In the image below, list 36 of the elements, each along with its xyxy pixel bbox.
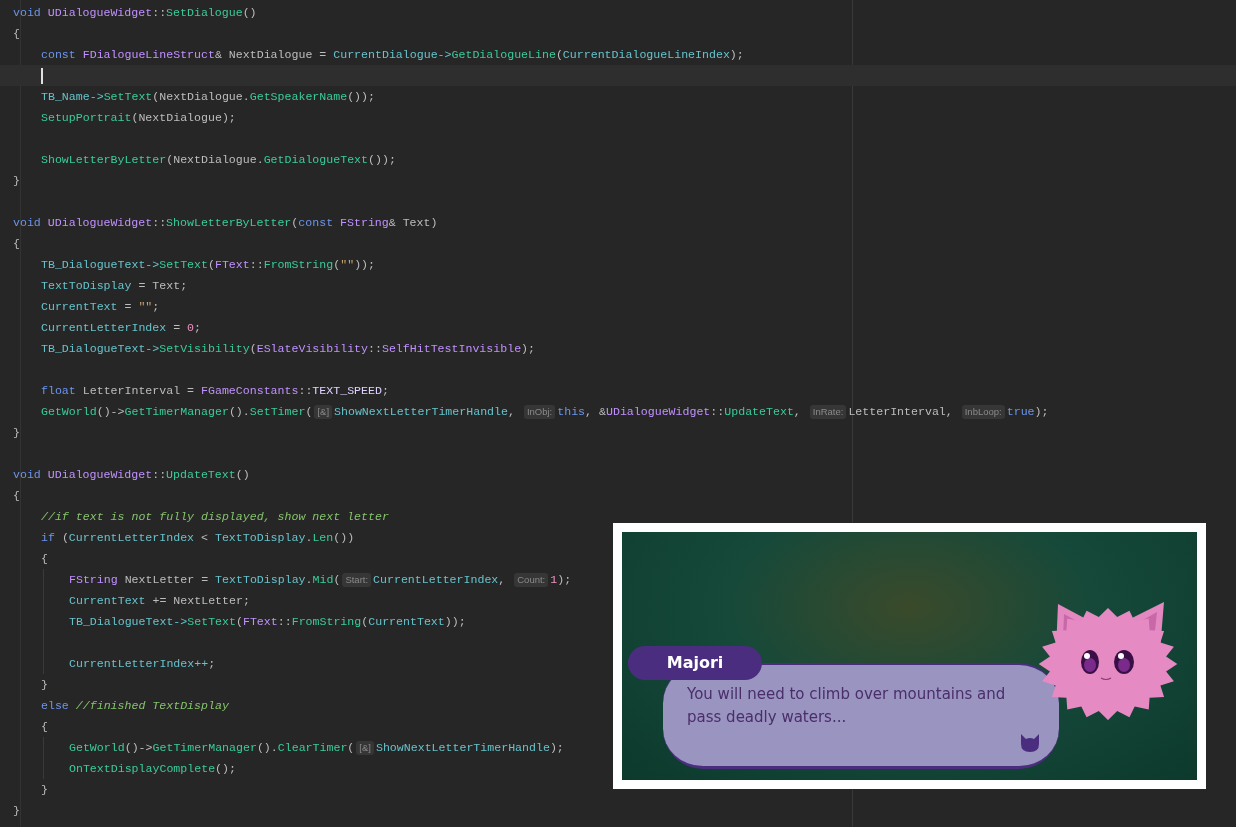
- code-line: OnTextDisplayComplete();: [69, 761, 236, 777]
- code-line: float LetterInterval = FGameConstants::TEXT_SPEED;: [41, 383, 389, 399]
- code-line: {: [41, 551, 48, 567]
- code-line: SetupPortrait(NextDialogue);: [41, 110, 236, 126]
- code-line: }: [13, 173, 20, 189]
- code-line: void UDialogueWidget::UpdateText(): [13, 467, 250, 483]
- code-line: {: [41, 719, 48, 735]
- code-line: const FDialogueLineStruct& NextDialogue = CurrentDialogue->GetDialogueLine(CurrentDialogueLineIndex);: [41, 47, 744, 63]
- code-line: GetWorld()->GetTimerManager().SetTimer( [&] ShowNextLetterTimerHandle, InObj: this, &UDialogueWidget::UpdateText, InRate: LetterInterval, InbLoop: true);: [41, 404, 1049, 421]
- dialogue-text: You will need to climb over mountains and pass deadly waters...: [687, 684, 1007, 728]
- code-line: TB_DialogueText->SetVisibility(ESlateVisibility::SelfHitTestInvisible);: [41, 341, 536, 357]
- code-line: void UDialogueWidget::SetDialogue(): [13, 5, 257, 21]
- speaker-name-tag: Majori: [628, 646, 762, 680]
- text-caret: [41, 67, 43, 84]
- code-line: //if text is not fully displayed, show next letter: [41, 509, 389, 525]
- code-line: {: [13, 26, 20, 42]
- code-line: }: [41, 782, 48, 798]
- code-line: }: [13, 803, 20, 819]
- code-line: CurrentText = "";: [41, 299, 160, 315]
- code-line: CurrentLetterIndex = 0;: [41, 320, 202, 336]
- code-line: ShowLetterByLetter(NextDialogue.GetDialogueText());: [41, 152, 396, 168]
- code-line: {: [13, 488, 20, 504]
- code-line: }: [13, 425, 20, 441]
- code-line: TB_Name->SetText(NextDialogue.GetSpeakerName());: [41, 89, 375, 105]
- code-line: CurrentLetterIndex++;: [69, 656, 216, 672]
- code-line: CurrentText += NextLetter;: [69, 593, 250, 609]
- code-line: if (CurrentLetterIndex < TextToDisplay.Len()): [41, 530, 355, 546]
- code-line: TextToDisplay = Text;: [41, 278, 188, 294]
- code-line: TB_DialogueText->SetText(FText::FromString(CurrentText));: [69, 614, 466, 630]
- code-line: FString NextLetter = TextToDisplay.Mid( Start: CurrentLetterIndex, Count: 1);: [69, 572, 572, 589]
- code-line: {: [13, 236, 20, 252]
- code-line: else //finished TextDisplay: [41, 698, 229, 714]
- code-line: }: [41, 677, 48, 693]
- code-line: TB_DialogueText->SetText(FText::FromString(""));: [41, 257, 375, 273]
- code-line: void UDialogueWidget::ShowLetterByLetter(const FString& Text): [13, 215, 438, 231]
- code-line: GetWorld()->GetTimerManager().ClearTimer( [&] ShowNextLetterTimerHandle);: [69, 740, 564, 757]
